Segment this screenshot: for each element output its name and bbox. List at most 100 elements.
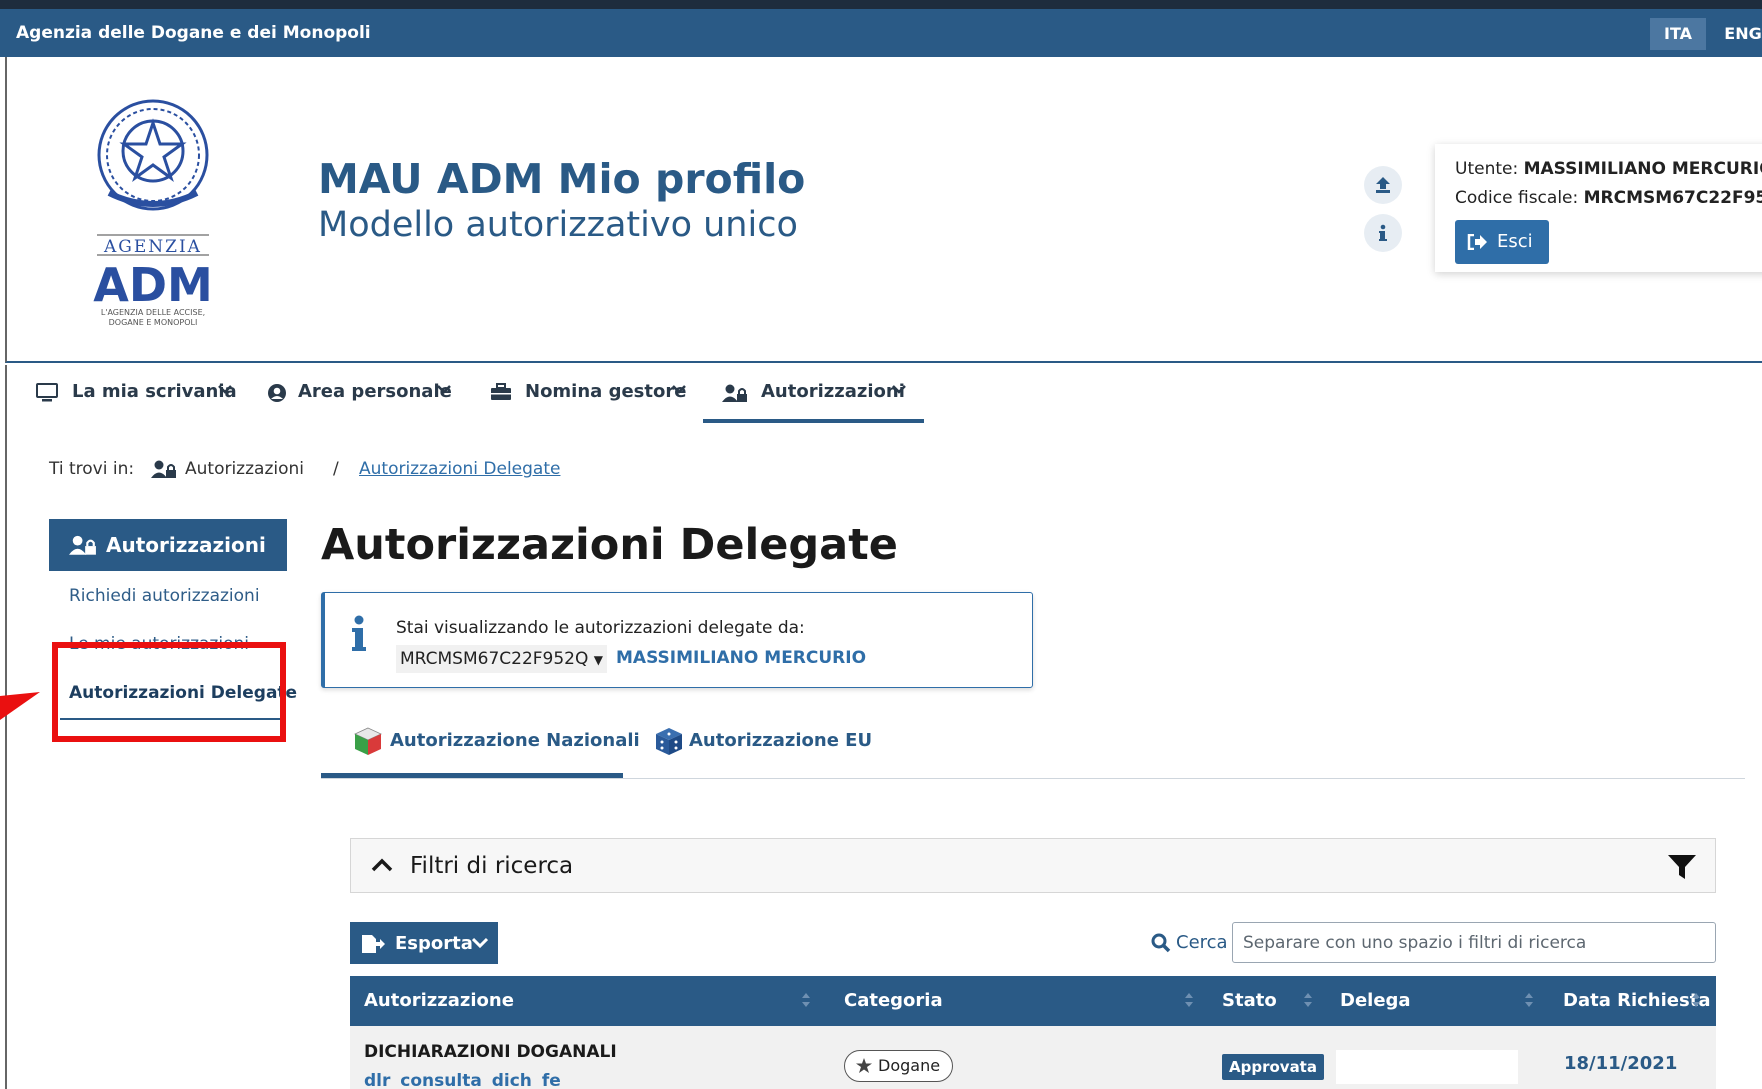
tab-divider: [321, 778, 1745, 779]
svg-text:DOGANE E MONOPOLI: DOGANE E MONOPOLI: [109, 318, 198, 327]
nav-label: La mia scrivania: [72, 381, 237, 402]
fiscal-code-label: Codice fiscale:: [1455, 188, 1579, 208]
nav-nomina-gestore[interactable]: Nomina gestore: [490, 379, 690, 409]
nav-area-personale[interactable]: Area personale: [267, 379, 457, 409]
nav-label: Autorizzazioni: [761, 381, 905, 402]
chevron-down-icon: [218, 385, 232, 394]
svg-text:L'AGENZIA DELLE ACCISE,: L'AGENZIA DELLE ACCISE,: [101, 308, 205, 317]
language-ita-button[interactable]: ITA: [1650, 18, 1706, 50]
col-autorizzazione[interactable]: Autorizzazione: [364, 990, 514, 1011]
chevron-down-icon: [472, 937, 488, 949]
chevron-down-icon: [437, 385, 451, 394]
nav-label: Area personale: [298, 381, 452, 402]
delegation-info-box: Stai visualizzando le autorizzazioni del…: [321, 592, 1033, 688]
export-label: Esporta: [395, 933, 473, 954]
user-lock-icon: [151, 460, 176, 478]
briefcase-icon: [491, 383, 511, 400]
breadcrumb-current[interactable]: Autorizzazioni Delegate: [359, 459, 560, 479]
tab-nazionali[interactable]: Autorizzazione Nazionali: [353, 722, 640, 778]
cell-codice-link[interactable]: dlr consulta dich fe: [364, 1071, 561, 1089]
sort-icon[interactable]: [1304, 989, 1312, 1011]
delegator-name: MASSIMILIANO MERCURIO: [616, 648, 867, 668]
page-title: Autorizzazioni Delegate: [321, 520, 898, 570]
export-button[interactable]: Esporta: [350, 922, 498, 964]
user-lock-icon: [722, 384, 747, 402]
info-text: Stai visualizzando le autorizzazioni del…: [396, 618, 805, 638]
nav-la-mia-scrivania[interactable]: La mia scrivania: [36, 379, 237, 409]
user-lock-icon: [69, 535, 96, 555]
cell-autorizzazione: DICHIARAZIONI DOGANALI: [364, 1042, 617, 1062]
user-label: Utente:: [1455, 159, 1519, 179]
site-header: AGENZIA ADM L'AGENZIA DELLE ACCISE, DOGA…: [5, 57, 1762, 363]
sort-icon[interactable]: [1525, 989, 1533, 1011]
sidebar-heading-label: Autorizzazioni: [106, 533, 266, 557]
breadcrumb-separator: /: [333, 459, 339, 479]
logout-label: Esci: [1497, 231, 1533, 252]
col-categoria[interactable]: Categoria: [844, 990, 943, 1011]
breadcrumb: Ti trovi in: Autorizzazioni / Autorizzaz…: [49, 459, 560, 479]
delegator-select[interactable]: MRCMSM67C22F952Q ▼: [396, 645, 608, 673]
search-input[interactable]: [1232, 922, 1716, 963]
delegator-code: MRCMSM67C22F952Q: [400, 649, 589, 669]
col-stato[interactable]: Stato: [1222, 990, 1277, 1011]
adm-logo[interactable]: AGENZIA ADM L'AGENZIA DELLE ACCISE, DOGA…: [91, 89, 221, 329]
sidebar-heading[interactable]: Autorizzazioni: [49, 519, 287, 571]
sort-icon[interactable]: [1692, 989, 1700, 1011]
chevron-up-icon: [371, 858, 393, 872]
status-badge: Approvata: [1222, 1054, 1324, 1080]
page-left-border: [5, 423, 7, 1089]
tab-label: Autorizzazione Nazionali: [390, 730, 640, 751]
chevron-down-icon: ▼: [593, 653, 604, 667]
fiscal-code-value: MRCMSM67C22F952Q: [1583, 188, 1762, 208]
tab-eu[interactable]: Autorizzazione EU: [654, 722, 872, 778]
col-delega[interactable]: Delega: [1340, 990, 1411, 1011]
cube-eu-icon: [656, 728, 682, 755]
user-name: MASSIMILIANO MERCURIO: [1523, 159, 1762, 179]
nav-label: Nomina gestore: [525, 381, 687, 402]
upload-button[interactable]: [1364, 166, 1402, 204]
cube-icon: [354, 727, 382, 755]
info-icon: [1379, 224, 1387, 241]
cell-delega: [1336, 1050, 1518, 1084]
agency-name: Agenzia delle Dogane e dei Monopoli: [16, 23, 371, 43]
sidebar-item-richiedi[interactable]: Richiedi autorizzazioni: [69, 586, 260, 606]
nav-autorizzazioni[interactable]: Autorizzazioni: [722, 379, 912, 409]
sort-icon[interactable]: [802, 989, 810, 1011]
col-data-richiesta[interactable]: Data Richiesta: [1563, 990, 1710, 1011]
browser-top-strip: [0, 0, 1762, 9]
info-button[interactable]: [1364, 214, 1402, 252]
breadcrumb-parent[interactable]: Autorizzazioni: [185, 459, 304, 479]
upload-icon: [1376, 177, 1390, 193]
star-icon: [856, 1058, 872, 1073]
svg-text:AGENZIA: AGENZIA: [103, 237, 202, 257]
app-subtitle: Modello autorizzativo unico: [318, 205, 798, 245]
sign-out-icon: [1467, 234, 1487, 250]
search-filters-toggle[interactable]: Filtri di ricerca: [350, 838, 1716, 893]
app-title: MAU ADM Mio profilo: [318, 155, 806, 203]
category-label: Dogane: [878, 1056, 941, 1075]
chevron-down-icon: [672, 385, 686, 394]
search-label-text: Cerca: [1176, 932, 1228, 953]
search-icon: [1151, 933, 1171, 953]
filter-icon[interactable]: [1667, 854, 1697, 880]
nav-active-indicator: [703, 419, 924, 423]
info-icon: [352, 615, 366, 651]
language-eng-button[interactable]: ENG: [1718, 18, 1762, 50]
table-row[interactable]: DICHIARAZIONI DOGANALI dlr consulta dich…: [350, 1026, 1716, 1089]
user-circle-icon: [268, 384, 286, 402]
emblem-icon: AGENZIA ADM L'AGENZIA DELLE ACCISE, DOGA…: [93, 99, 213, 327]
user-card: Utente: MASSIMILIANO MERCURIO Codice fis…: [1435, 144, 1762, 272]
monitor-icon: [36, 383, 58, 402]
svg-text:ADM: ADM: [93, 258, 213, 312]
filters-label: Filtri di ricerca: [410, 853, 574, 879]
file-export-icon: [362, 935, 385, 953]
red-arrow-icon: [0, 692, 40, 720]
sort-icon[interactable]: [1185, 989, 1193, 1011]
table-header: Autorizzazione Categoria Stato Delega Da…: [350, 976, 1716, 1026]
top-bar: Agenzia delle Dogane e dei Monopoli ITA …: [0, 9, 1762, 57]
cell-data-richiesta: 18/11/2021: [1564, 1053, 1678, 1074]
breadcrumb-prefix: Ti trovi in:: [49, 459, 135, 479]
main-nav: La mia scrivania Area personale Nomina g…: [5, 365, 1762, 423]
logout-button[interactable]: Esci: [1455, 220, 1549, 264]
fiscal-code-line: Codice fiscale: MRCMSM67C22F952Q: [1455, 188, 1762, 208]
